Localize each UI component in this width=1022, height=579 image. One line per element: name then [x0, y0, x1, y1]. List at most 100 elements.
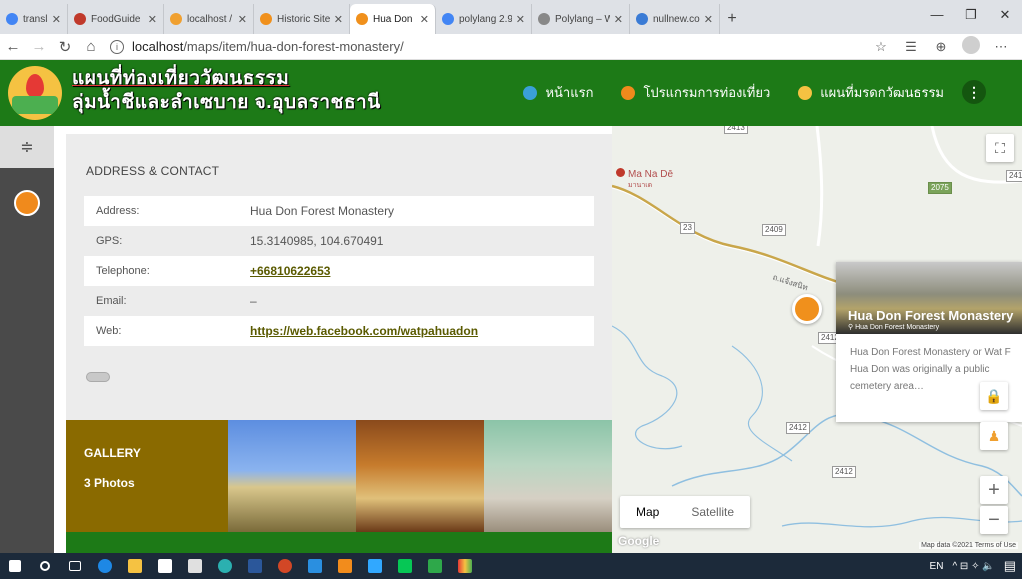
category-temple-icon[interactable]	[14, 190, 40, 216]
monastery-marker-icon[interactable]	[792, 294, 822, 324]
search-icon[interactable]	[30, 553, 60, 579]
site-header: แผนที่ท่องเที่ยววัฒนธรรม ลุ่มน้ำชีและลำเ…	[0, 60, 1022, 126]
url-field[interactable]: i localhost/maps/item/hua-don-forest-mon…	[110, 39, 866, 54]
street-view-pegman-icon[interactable]: ♟	[980, 422, 1008, 450]
road-number: 2075	[928, 182, 952, 194]
lock-icon[interactable]: 🔒	[980, 382, 1008, 410]
app-green-icon[interactable]	[420, 553, 450, 579]
photoshop-icon[interactable]	[360, 553, 390, 579]
tab-favicon-icon	[442, 13, 454, 25]
edge-legacy-icon[interactable]	[90, 553, 120, 579]
tab-label: FoodGuide | D	[91, 13, 144, 25]
gallery-photo-2[interactable]	[356, 420, 484, 532]
app-multicolor-icon[interactable]	[450, 553, 480, 579]
tab-close-icon[interactable]: ✕	[334, 13, 343, 26]
map-place-label[interactable]: Ma Na Dē มานาเด	[616, 168, 673, 191]
road-number: 23	[680, 222, 695, 234]
address-bar: ← → ↻ ⌂ i localhost/maps/item/hua-don-fo…	[0, 34, 1022, 60]
vscode-icon[interactable]	[300, 553, 330, 579]
store-icon[interactable]	[150, 553, 180, 579]
task-view-icon[interactable]	[60, 553, 90, 579]
powerpoint-icon[interactable]	[270, 553, 300, 579]
tab-label: translate - ค้นห	[23, 13, 48, 25]
info-icon[interactable]: i	[110, 39, 124, 54]
road-number: 2412	[832, 466, 856, 478]
tab-favicon-icon	[6, 13, 18, 25]
map-attribution[interactable]: Map data ©2021 Terms of Use	[919, 542, 1018, 549]
nav-item[interactable]: หน้าแรก	[523, 82, 593, 103]
map-type-map-button[interactable]: Map	[620, 496, 675, 528]
nav-item[interactable]: แผนที่มรดกวัฒนธรรม	[798, 82, 944, 103]
close-window-button[interactable]: ✕	[988, 0, 1022, 30]
map-type-satellite-button[interactable]: Satellite	[675, 496, 750, 528]
tab-close-icon[interactable]: ✕	[704, 13, 713, 26]
browser-tab[interactable]: translate - ค้นห ✕	[0, 4, 68, 34]
collections-icon[interactable]: ⊕	[926, 39, 956, 55]
fullscreen-button[interactable]: ⛶	[986, 134, 1014, 162]
tab-close-icon[interactable]: ✕	[238, 13, 247, 26]
file-explorer-icon[interactable]	[120, 553, 150, 579]
menu-kebab-button[interactable]: ⋮	[962, 80, 986, 104]
contact-value-cell: 15.3140985, 104.670491	[250, 234, 383, 248]
browser-tab-strip: translate - ค้นห✕FoodGuide | D✕localhost…	[0, 0, 1022, 34]
browser-tab[interactable]: localhost / 127 ✕	[164, 4, 254, 34]
filter-icon[interactable]: ≑	[0, 126, 54, 168]
more-icon[interactable]: ⋯	[986, 39, 1016, 55]
google-logo: Google	[618, 534, 660, 548]
gallery-photo-3[interactable]	[484, 420, 612, 532]
contact-value-cell: Hua Don Forest Monastery	[250, 204, 394, 218]
site-title[interactable]: แผนที่ท่องเที่ยววัฒนธรรม ลุ่มน้ำชีและลำเ…	[72, 67, 381, 115]
gallery-label[interactable]: GALLERY 3 Photos	[66, 420, 228, 532]
browser-tab[interactable]: Historic Site | I ✕	[254, 4, 350, 34]
nav-item[interactable]: โปรแกรมการท่องเที่ยว	[621, 82, 770, 103]
nav-item-label: โปรแกรมการท่องเที่ยว	[643, 85, 771, 100]
mail-icon[interactable]	[180, 553, 210, 579]
contact-row: Address: Hua Don Forest Monastery	[84, 196, 594, 226]
start-button[interactable]	[0, 553, 30, 579]
browser-tab[interactable]: FoodGuide | D ✕	[68, 4, 164, 34]
line-icon[interactable]	[390, 553, 420, 579]
site-logo[interactable]	[8, 66, 62, 120]
nav-item-label: แผนที่มรดกวัฒนธรรม	[820, 85, 944, 100]
tab-close-icon[interactable]: ✕	[148, 13, 157, 26]
tab-close-icon[interactable]: ✕	[614, 13, 623, 26]
collapse-toggle[interactable]	[86, 372, 110, 382]
info-image: Hua Don Forest Monastery ⚲ Hua Don Fores…	[836, 262, 1022, 334]
browser-tab[interactable]: nullnew.com ✕	[630, 4, 720, 34]
browser-tab[interactable]: Polylang – Wo ✕	[532, 4, 630, 34]
contact-link[interactable]: https://web.facebook.com/watpahuadon	[250, 324, 478, 338]
tray-icons[interactable]: ^ ⊟ ✧ 🔈	[952, 561, 994, 572]
program-icon	[621, 85, 636, 100]
contact-link[interactable]: +66810622653	[250, 264, 330, 278]
url-host: localhost	[132, 39, 184, 54]
tab-close-icon[interactable]: ✕	[516, 13, 525, 26]
gallery-photo-1[interactable]	[228, 420, 356, 532]
tab-close-icon[interactable]: ✕	[420, 13, 429, 26]
tab-close-icon[interactable]: ✕	[52, 13, 61, 26]
section-title: ADDRESS & CONTACT	[86, 164, 220, 178]
reload-button[interactable]: ↻	[52, 38, 78, 56]
sublime-icon[interactable]	[330, 553, 360, 579]
input-language[interactable]: EN	[930, 561, 944, 572]
zoom-in-button[interactable]: +	[980, 476, 1008, 504]
browser-tab[interactable]: Hua Don Fore ✕	[350, 4, 436, 34]
home-button[interactable]: ⌂	[78, 38, 104, 55]
minimize-button[interactable]: —	[920, 0, 954, 30]
tab-favicon-icon	[538, 13, 550, 25]
word-icon[interactable]	[240, 553, 270, 579]
new-tab-button[interactable]: +	[720, 4, 744, 34]
back-button[interactable]: ←	[0, 38, 26, 55]
notification-icon[interactable]: ▤	[1004, 558, 1016, 574]
zoom-out-button[interactable]: −	[980, 506, 1008, 534]
map-canvas[interactable]: Ma Na Dē มานาเด 2413 2075 23 2409 2412 2…	[612, 126, 1022, 553]
profile-avatar[interactable]	[956, 36, 986, 57]
favorites-icon[interactable]: ☰	[896, 39, 926, 55]
edge-icon[interactable]	[210, 553, 240, 579]
browser-tab[interactable]: polylang 2.9 - ✕	[436, 4, 532, 34]
add-favorite-icon[interactable]: ☆	[866, 39, 896, 55]
maximize-button[interactable]: ❐	[954, 0, 988, 30]
top-navigation: หน้าแรก โปรแกรมการท่องเที่ยว แผนที่มรดกวัฒ…	[495, 82, 988, 103]
contact-value: Hua Don Forest Monastery	[250, 204, 395, 218]
system-tray: EN ^ ⊟ ✧ 🔈 ▤	[921, 553, 1016, 579]
forward-button[interactable]: →	[26, 38, 52, 55]
